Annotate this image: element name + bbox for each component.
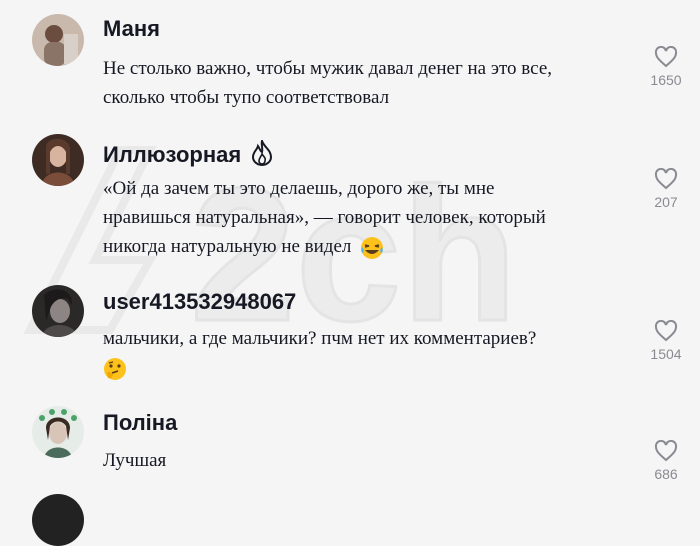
comment-text-line: сколько чтобы тупо соответствовал [103,87,390,108]
like-count: 1504 [650,346,682,362]
comment-text-line: никогда натуральную не видел [103,232,633,261]
comment-text-line: нравишься натуральная», — говорит челове… [103,207,546,228]
comment-text-line: Лучшая [103,450,167,471]
comment-author-name: Иллюзорная [103,142,242,167]
like-button[interactable]: 1504 [646,320,686,362]
like-button[interactable]: 1650 [646,46,686,88]
comment-text: мальчики, а где мальчики? пчм нет их ком… [103,324,633,382]
avatar[interactable] [32,14,84,66]
comment-author[interactable]: Иллюзорная [103,140,273,168]
comment-author[interactable]: user413532948067 [103,289,296,315]
laughing-tears-emoji [361,236,384,259]
avatar[interactable] [32,406,84,458]
comment-text-line: мальчики, а где мальчики? пчм нет их ком… [103,328,537,349]
heart-icon [654,440,678,462]
like-button[interactable]: 686 [646,440,686,482]
comment-text-line: «Ой да зачем ты это делаешь, дорого же, … [103,178,495,199]
comment-text-line: Не столько важно, чтобы мужик давал дене… [103,58,553,79]
like-count: 1650 [650,72,682,88]
heart-icon [654,168,678,190]
like-button[interactable]: 207 [646,168,686,210]
comment-text: Лучшая [103,446,633,475]
fire-icon [252,140,273,166]
avatar[interactable] [32,134,84,186]
thinking-emoji [104,357,126,380]
like-count: 686 [654,466,678,482]
comment-emoji-line [103,353,633,382]
heart-icon [654,46,678,68]
avatar[interactable] [32,285,84,337]
comment-text: Не столько важно, чтобы мужик давал дене… [103,54,633,112]
comment-author[interactable]: Полiна [103,410,177,436]
heart-icon [654,320,678,342]
like-count: 207 [654,194,678,210]
comment-author[interactable]: Маня [103,16,160,42]
comment-text-line-text: никогда натуральную не видел [103,236,352,257]
comment-text: «Ой да зачем ты это делаешь, дорого же, … [103,174,633,261]
avatar[interactable] [32,494,84,546]
